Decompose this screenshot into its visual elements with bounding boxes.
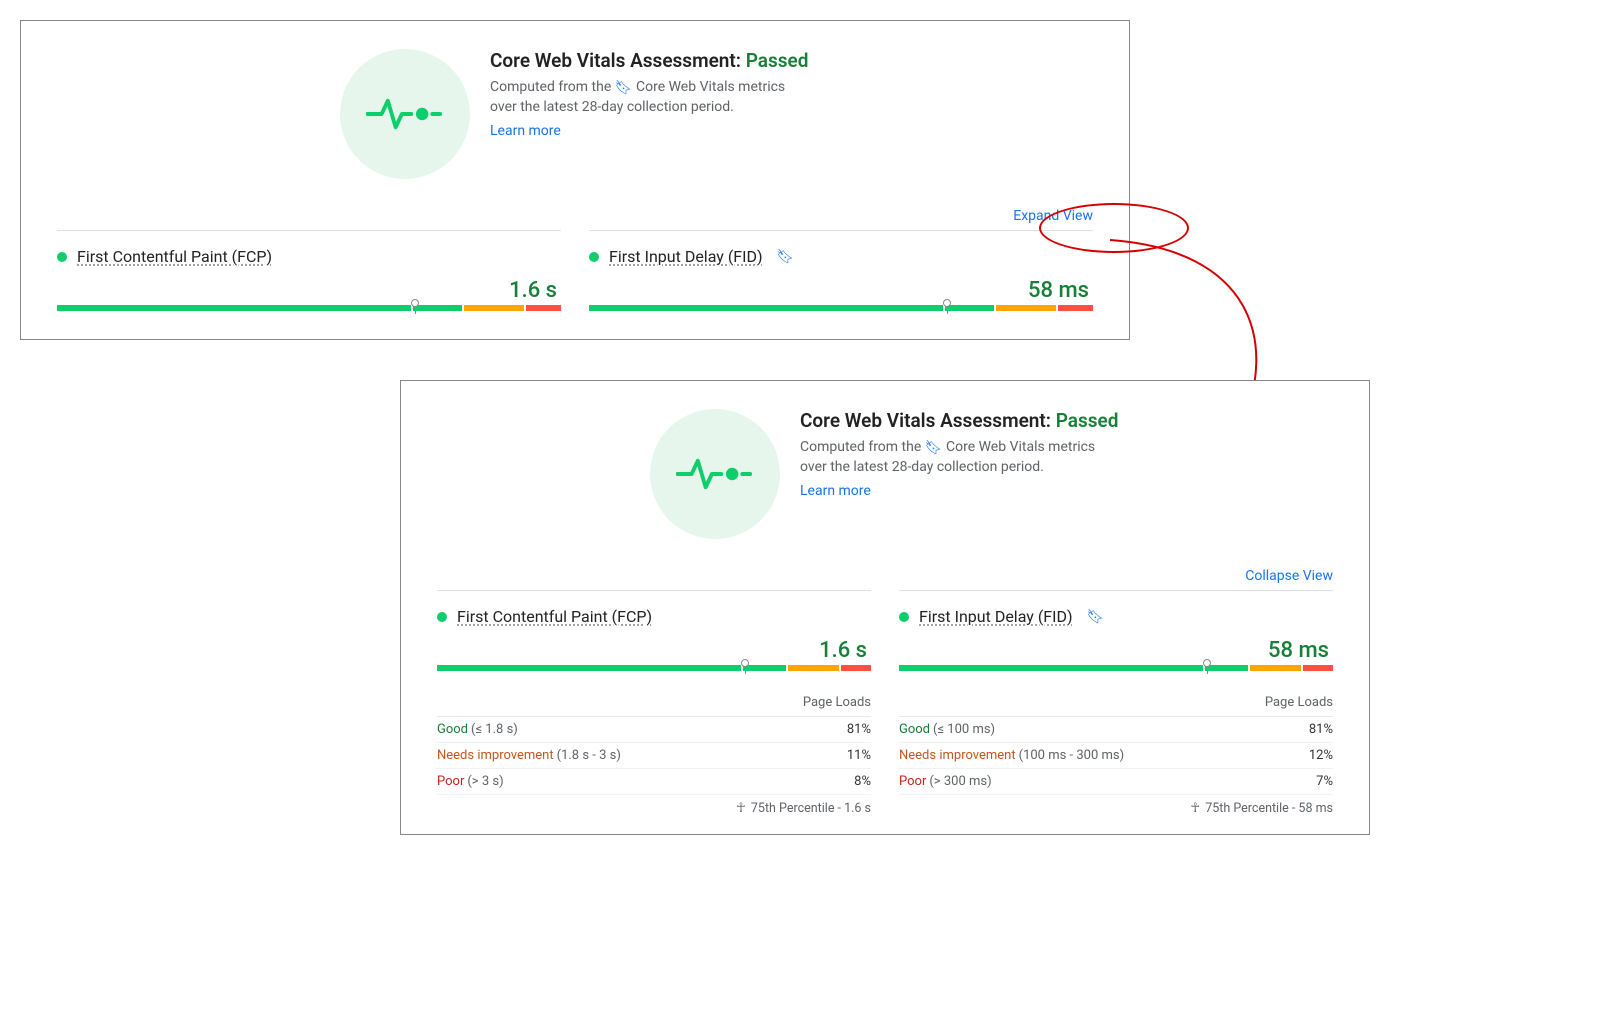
metric-bar-fcp xyxy=(437,665,871,681)
expand-view-link[interactable]: Expand View xyxy=(1013,208,1093,224)
bookmark-icon: 🔖︎ xyxy=(1087,609,1105,625)
metric-bar-fid xyxy=(589,305,1093,321)
status-dot-good xyxy=(437,612,447,622)
vitals-pulse-icon xyxy=(340,49,470,179)
marker-icon xyxy=(411,299,419,307)
status-dot-good xyxy=(57,252,67,262)
dist-header: Page Loads xyxy=(437,695,871,717)
percentile-fcp: ☥ 75th Percentile - 1.6 s xyxy=(437,801,871,816)
metric-name-fid[interactable]: First Input Delay (FID) xyxy=(919,607,1073,626)
status-dot-good xyxy=(589,252,599,262)
assessment-subtitle: Computed from the 🔖︎ Core Web Vitals met… xyxy=(800,438,1120,477)
marker-icon xyxy=(943,299,951,307)
dist-row-good: Good(≤ 1.8 s) 81% xyxy=(437,717,871,743)
dist-row-good: Good(≤ 100 ms) 81% xyxy=(899,717,1333,743)
metric-fid: First Input Delay (FID) 🔖︎ 58 ms xyxy=(589,230,1093,321)
dist-header: Page Loads xyxy=(899,695,1333,717)
dist-row-ni: Needs improvement(100 ms - 300 ms) 12% xyxy=(899,743,1333,769)
learn-more-link[interactable]: Learn more xyxy=(490,123,561,139)
cwv-panel-expanded: Core Web Vitals Assessment: Passed Compu… xyxy=(400,380,1370,835)
metric-value-fid: 58 ms xyxy=(899,638,1329,663)
bookmark-icon: 🔖︎ xyxy=(615,80,633,96)
metric-bar-fcp xyxy=(57,305,561,321)
percentile-icon: ☥ xyxy=(736,801,746,816)
assessment-header: Core Web Vitals Assessment: Passed Compu… xyxy=(57,49,1093,179)
metric-value-fid: 58 ms xyxy=(589,278,1089,303)
metric-name-fid[interactable]: First Input Delay (FID) xyxy=(609,247,763,266)
bookmark-icon: 🔖︎ xyxy=(777,249,795,265)
assessment-status: Passed xyxy=(746,49,809,72)
metric-name-fcp[interactable]: First Contentful Paint (FCP) xyxy=(77,247,272,266)
collapse-view-link[interactable]: Collapse View xyxy=(1245,568,1333,584)
percentile-fid: ☥ 75th Percentile - 58 ms xyxy=(899,801,1333,816)
metric-fcp: First Contentful Paint (FCP) 1.6 s xyxy=(57,230,561,321)
assessment-title: Core Web Vitals Assessment: Passed xyxy=(800,409,1120,432)
assessment-header: Core Web Vitals Assessment: Passed Compu… xyxy=(437,409,1333,539)
vitals-pulse-icon xyxy=(650,409,780,539)
metric-bar-fid xyxy=(899,665,1333,681)
dist-row-ni: Needs improvement(1.8 s - 3 s) 11% xyxy=(437,743,871,769)
dist-row-poor: Poor(> 3 s) 8% xyxy=(437,769,871,795)
metric-value-fcp: 1.6 s xyxy=(437,638,867,663)
status-dot-good xyxy=(899,612,909,622)
assessment-status: Passed xyxy=(1056,409,1119,432)
learn-more-link[interactable]: Learn more xyxy=(800,483,871,499)
dist-row-poor: Poor(> 300 ms) 7% xyxy=(899,769,1333,795)
percentile-icon: ☥ xyxy=(1190,801,1200,816)
bookmark-icon: 🔖︎ xyxy=(925,440,943,456)
metric-name-fcp[interactable]: First Contentful Paint (FCP) xyxy=(457,607,652,626)
assessment-subtitle: Computed from the 🔖︎ Core Web Vitals met… xyxy=(490,78,810,117)
assessment-title: Core Web Vitals Assessment: Passed xyxy=(490,49,810,72)
metric-fid-expanded: First Input Delay (FID) 🔖︎ 58 ms Page Lo… xyxy=(899,590,1333,816)
cwv-panel-collapsed: Core Web Vitals Assessment: Passed Compu… xyxy=(20,20,1130,340)
metric-value-fcp: 1.6 s xyxy=(57,278,557,303)
metric-fcp-expanded: First Contentful Paint (FCP) 1.6 s Page … xyxy=(437,590,871,816)
